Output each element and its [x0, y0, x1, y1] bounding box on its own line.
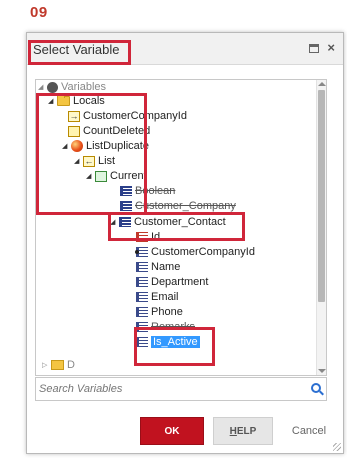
tree-node-attribute[interactable]: Name: [136, 260, 180, 274]
folder-icon: [51, 360, 64, 370]
local-variable-icon: [68, 125, 80, 137]
input-parameter-icon: →: [68, 110, 80, 122]
tree-node-customer-contact[interactable]: ◢ Customer_Contact: [110, 215, 226, 229]
scroll-down-icon[interactable]: [318, 369, 326, 373]
expand-arrow-icon[interactable]: ◢: [86, 172, 95, 180]
tree-node-customer-company[interactable]: Customer_Company: [120, 199, 236, 213]
tree-node-label: Id: [151, 231, 161, 243]
identifier-attribute-icon: [136, 232, 148, 242]
search-icon[interactable]: [311, 383, 321, 393]
step-number: 09: [30, 4, 48, 21]
tree-node-label: Current: [110, 170, 147, 182]
tree-node-label: Email: [151, 291, 179, 303]
dialog-titlebar: Select Variable ×: [27, 33, 343, 65]
tree-node-attribute[interactable]: CustomerCompanyId: [135, 245, 255, 259]
help-button[interactable]: HELP: [213, 417, 273, 445]
tree-node-is-active[interactable]: Is_Active: [136, 335, 200, 349]
attribute-icon: [136, 337, 148, 347]
tree-node-label: List: [98, 155, 116, 167]
entity-icon: [120, 201, 132, 211]
tree-node-attribute[interactable]: Department: [136, 275, 208, 289]
tree-node-variables[interactable]: ◢ Variables: [38, 80, 106, 94]
entity-icon: [119, 217, 131, 227]
tree-node-label: Remarks: [151, 321, 196, 333]
tree-node-label: Name: [151, 261, 181, 273]
tree-node-countdeleted[interactable]: CountDeleted: [68, 124, 150, 138]
attribute-icon: [136, 307, 148, 317]
foreign-key-attribute-icon: [135, 247, 148, 257]
tree-node-attribute[interactable]: Email: [136, 290, 179, 304]
entity-icon: [120, 186, 132, 196]
tree-node-label: CustomerCompanyId: [83, 110, 187, 122]
help-mnemonic: H: [229, 425, 237, 437]
tree-node-label: Variables: [61, 81, 107, 93]
tree-node-label: CustomerCompanyId: [151, 246, 255, 258]
tree-node-attribute[interactable]: Id: [136, 230, 160, 244]
folder-icon: [57, 94, 70, 106]
scroll-thumb[interactable]: [318, 90, 325, 302]
close-icon[interactable]: ×: [327, 41, 335, 54]
output-parameter-icon: ←: [83, 155, 95, 167]
tree-node-listduplicate[interactable]: ◢ ListDuplicate: [62, 139, 149, 153]
tree-node-label: Customer_Company: [135, 200, 236, 212]
collapse-arrow-icon[interactable]: ◢: [38, 83, 47, 91]
attribute-icon: [136, 322, 148, 332]
titlebar-controls: ×: [309, 41, 335, 54]
collapse-arrow-icon[interactable]: ▷: [42, 361, 51, 369]
search-box: [35, 377, 327, 401]
scroll-up-icon[interactable]: [318, 82, 326, 86]
tree-node-label: ListDuplicate: [86, 140, 149, 152]
dialog-title: Select Variable: [33, 42, 120, 57]
tree-node-current[interactable]: ◢ Current: [86, 169, 147, 183]
tree-node-label: Boolean: [135, 185, 176, 197]
attribute-icon: [136, 277, 148, 287]
tree-node-label: Customer_Contact: [134, 216, 226, 228]
list-action-icon: [71, 140, 83, 152]
tree-node-label: Phone: [151, 306, 183, 318]
tree-node-list[interactable]: ◢ ← List: [74, 154, 115, 168]
tree-node-customercompanyid[interactable]: → CustomerCompanyId: [68, 109, 187, 123]
expand-arrow-icon[interactable]: ◢: [48, 97, 57, 105]
ok-button[interactable]: OK: [140, 417, 204, 445]
expand-arrow-icon[interactable]: ◢: [74, 157, 83, 165]
tree-node-attribute[interactable]: Phone: [136, 305, 183, 319]
tree-node-locals[interactable]: ◢ Locals: [48, 94, 105, 108]
expand-arrow-icon[interactable]: ◢: [110, 218, 119, 226]
selected-node-label: Is_Active: [151, 336, 200, 348]
resize-grip-icon[interactable]: [333, 443, 341, 451]
attribute-icon: [136, 262, 148, 272]
variables-icon: [47, 81, 58, 93]
tree-node-partial[interactable]: ▷ D: [42, 358, 75, 372]
tree-node-label: CountDeleted: [83, 125, 151, 137]
record-icon: [95, 170, 107, 182]
search-input[interactable]: [36, 378, 306, 400]
cancel-button[interactable]: Cancel: [283, 417, 335, 445]
variable-tree[interactable]: ◢ Variables ◢ Locals → CustomerCompanyId…: [35, 79, 327, 376]
select-variable-dialog: Select Variable × ◢ Variables ◢ Locals →…: [26, 32, 344, 454]
tree-node-label: D: [67, 359, 75, 371]
tree-node-attribute[interactable]: Remarks: [136, 320, 195, 334]
tree-node-boolean[interactable]: Boolean: [120, 184, 175, 198]
attribute-icon: [136, 292, 148, 302]
maximize-icon[interactable]: [309, 44, 320, 53]
tree-scrollbar[interactable]: [316, 80, 326, 375]
tree-node-label: Department: [151, 276, 209, 288]
tree-node-label: Locals: [73, 95, 105, 107]
help-label-rest: ELP: [236, 425, 257, 437]
expand-arrow-icon[interactable]: ◢: [62, 142, 71, 150]
